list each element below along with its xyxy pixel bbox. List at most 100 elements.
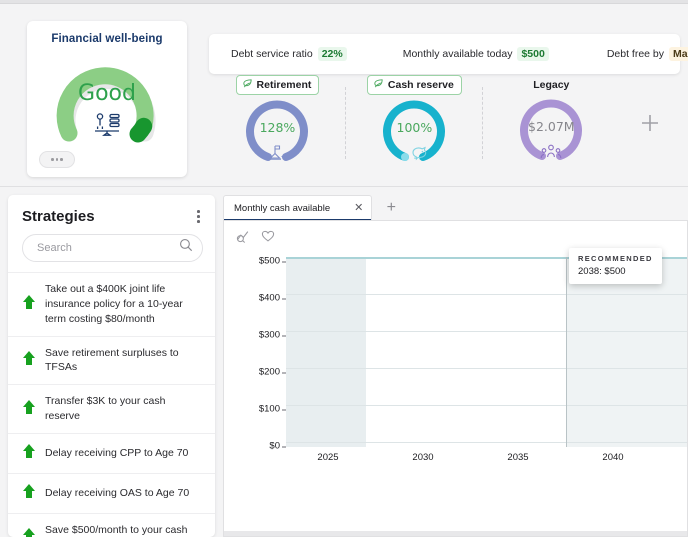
list-item[interactable]: Delay receiving CPP to Age 70 xyxy=(8,433,215,473)
y-tick: $100 xyxy=(258,403,287,415)
goal-gauge-retirement: 128% xyxy=(244,100,310,166)
balance-scale-icon xyxy=(90,112,124,143)
key-metrics-card: Debt service ratio 22% Monthly available… xyxy=(209,34,688,74)
metric-debt-free-by: Debt free by Mar 2056 xyxy=(607,47,688,61)
goal-value-retirement: 128% xyxy=(259,120,296,135)
leaf-icon xyxy=(242,78,253,92)
area-series-fill xyxy=(286,257,366,447)
chart-tooltip: RECOMMENDED 2038: $500 xyxy=(569,248,662,284)
y-tick: $400 xyxy=(258,292,287,304)
financial-wellbeing-more-button[interactable] xyxy=(39,151,75,168)
goal-chip-retirement[interactable]: Retirement xyxy=(235,75,320,95)
goal-chip-cash-reserve[interactable]: Cash reserve xyxy=(366,75,462,95)
metric-label: Debt service ratio xyxy=(231,48,313,60)
y-tick: $500 xyxy=(258,255,287,267)
metric-debt-service-ratio: Debt service ratio 22% xyxy=(231,47,347,61)
gridline xyxy=(286,442,687,443)
chart-plot: $500 $400 $300 $200 $100 $0 RECOMMENDED … xyxy=(224,248,687,536)
strategy-text: Save $500/month to your cash reserve xyxy=(45,523,188,536)
strategy-text: Delay receiving OAS to Age 70 xyxy=(45,487,190,500)
metric-value: Mar 2056 xyxy=(669,47,688,61)
up-arrow-icon xyxy=(22,527,36,537)
search-input[interactable] xyxy=(37,241,179,254)
metric-value: 22% xyxy=(317,47,347,61)
up-arrow-icon xyxy=(22,483,36,504)
goal-gauge-legacy: $2.07M xyxy=(518,99,584,165)
x-tick: 2030 xyxy=(412,452,434,463)
list-item[interactable]: Delay receiving OAS to Age 70 xyxy=(8,473,215,513)
add-goal-button[interactable] xyxy=(620,75,680,171)
leaf-icon xyxy=(373,78,384,92)
financial-wellbeing-card: Financial well-being Good xyxy=(27,21,187,177)
financial-wellbeing-gauge: Good xyxy=(42,47,172,147)
area-series-fill-right xyxy=(566,257,687,447)
list-item[interactable]: Save $500/month to your cash reserve xyxy=(8,512,215,537)
chart-x-axis: 2025 2030 2035 2040 2045 xyxy=(286,452,687,472)
gridline xyxy=(286,368,687,369)
goal-label: Cash reserve xyxy=(387,79,454,91)
goal-gauge-cash-reserve: 100% xyxy=(381,100,447,166)
gridline xyxy=(286,405,687,406)
chart-panel: Monthly cash available ✕ + $500 $400 $30… xyxy=(223,195,688,537)
list-item[interactable]: Save retirement surpluses to TFSAs xyxy=(8,335,215,385)
tab-label: Monthly cash available xyxy=(234,203,331,214)
strategies-title: Strategies xyxy=(22,207,95,225)
bottom-strip xyxy=(224,531,687,536)
list-item[interactable]: Transfer $3K to your cash reserve xyxy=(8,384,215,433)
x-tick: 2025 xyxy=(317,452,339,463)
kebab-menu-icon[interactable] xyxy=(194,207,203,226)
metric-monthly-available-today: Monthly available today $500 xyxy=(403,47,549,61)
overview-section: Financial well-being Good Debt service r… xyxy=(0,4,688,186)
gridline xyxy=(286,331,687,332)
up-arrow-icon xyxy=(22,443,36,464)
search-icon[interactable] xyxy=(179,238,193,257)
workspace-section: Strategies Take out a $400K joint life i… xyxy=(0,186,688,537)
chart-tabs: Monthly cash available ✕ + xyxy=(223,195,688,221)
strategy-text: Save retirement surpluses to TFSAs xyxy=(45,346,179,374)
tab-monthly-cash-available[interactable]: Monthly cash available ✕ xyxy=(223,195,373,221)
strategies-list: Take out a $400K joint life insurance po… xyxy=(8,271,215,537)
goal-card-cash-reserve[interactable]: Cash reserve 100% xyxy=(346,75,483,166)
family-icon xyxy=(540,143,562,165)
financial-wellbeing-title: Financial well-being xyxy=(51,33,163,45)
list-item[interactable]: Take out a $400K joint life insurance po… xyxy=(8,271,215,336)
goal-label-legacy: Legacy xyxy=(533,79,570,91)
up-arrow-icon xyxy=(22,294,36,315)
x-tick: 2035 xyxy=(507,452,529,463)
goal-value-legacy: $2.07M xyxy=(528,119,575,134)
goal-card-legacy[interactable]: Legacy $2.07M xyxy=(483,75,620,165)
goal-card-retirement[interactable]: Retirement 128% xyxy=(209,75,346,166)
y-tick: $0 xyxy=(269,440,286,452)
y-tick: $300 xyxy=(258,329,287,341)
chart-body: $500 $400 $300 $200 $100 $0 RECOMMENDED … xyxy=(223,220,688,537)
strategies-panel: Strategies Take out a $400K joint life i… xyxy=(8,195,215,537)
piggy-bank-icon xyxy=(410,144,430,166)
retirement-flag-icon xyxy=(266,143,288,166)
up-arrow-icon xyxy=(22,350,36,371)
tooltip-heading: RECOMMENDED xyxy=(578,254,653,263)
strategies-header: Strategies xyxy=(8,195,215,232)
add-tab-label: + xyxy=(386,198,396,216)
y-tick: $200 xyxy=(258,366,287,378)
strategies-search-wrap xyxy=(8,232,215,272)
chart-toolbar xyxy=(224,221,687,248)
chart-plot-area: RECOMMENDED 2038: $500 xyxy=(286,248,687,447)
goal-value-cash-reserve: 100% xyxy=(396,120,433,135)
compare-chart-icon[interactable] xyxy=(236,229,250,248)
metric-label: Monthly available today xyxy=(402,48,513,60)
gridline xyxy=(286,294,687,295)
goal-gauges-row: Retirement 128% Cash reserve 100% Legacy… xyxy=(209,75,680,175)
strategy-text: Transfer $3K to your cash reserve xyxy=(45,395,166,423)
heart-icon[interactable] xyxy=(261,229,275,248)
strategy-text: Delay receiving CPP to Age 70 xyxy=(45,447,189,460)
chart-cursor-line xyxy=(566,257,567,447)
financial-wellbeing-rating: Good xyxy=(78,81,136,106)
metric-label: Debt free by xyxy=(606,48,665,60)
x-tick: 2040 xyxy=(602,452,624,463)
up-arrow-icon xyxy=(22,399,36,420)
strategy-text: Take out a $400K joint life insurance po… xyxy=(45,282,183,325)
search-box[interactable] xyxy=(22,233,203,262)
close-icon[interactable]: ✕ xyxy=(354,203,363,214)
metric-value: $500 xyxy=(517,47,549,61)
add-tab-button[interactable]: + xyxy=(372,195,411,220)
